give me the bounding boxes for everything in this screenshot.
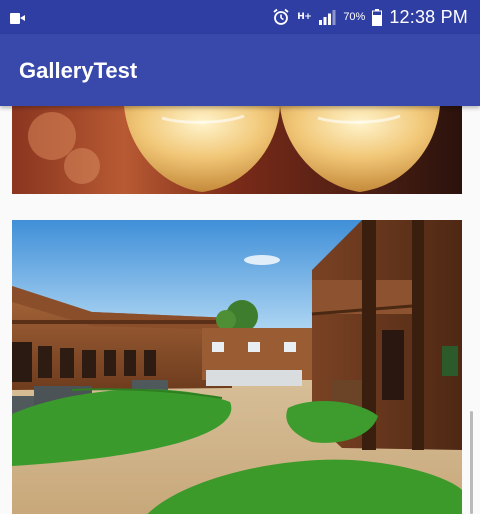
- gallery-list[interactable]: [0, 106, 480, 514]
- gallery-image-lodge-courtyard[interactable]: [12, 220, 462, 514]
- video-camera-icon: [10, 13, 25, 24]
- wine-glasses-photo: [12, 106, 462, 194]
- status-left: [10, 11, 25, 29]
- battery-percent: 70%: [343, 11, 366, 23]
- cell-signal-icon: [319, 10, 336, 25]
- app-bar: GalleryTest: [0, 34, 480, 106]
- status-right: H+ 70% 12:38 PM: [272, 7, 468, 27]
- lodge-courtyard-photo: [12, 220, 462, 514]
- scrollbar[interactable]: [470, 411, 473, 514]
- gallery-image-wine-glasses[interactable]: [12, 106, 462, 194]
- app-title: GalleryTest: [19, 58, 138, 83]
- network-type-label: H+: [297, 12, 312, 22]
- status-bar: H+ 70% 12:38 PM: [0, 0, 480, 34]
- alarm-clock-icon: [273, 8, 289, 25]
- battery-charging-icon: [372, 8, 383, 26]
- clock-time: 12:38 PM: [389, 6, 468, 27]
